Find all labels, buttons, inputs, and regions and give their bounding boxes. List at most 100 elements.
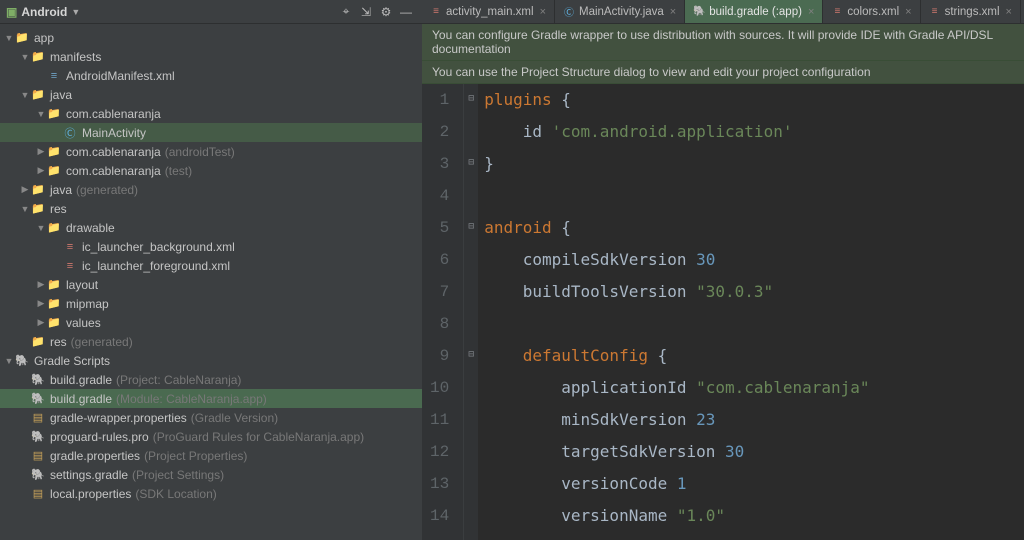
file-icon: 📁 <box>14 30 30 46</box>
expand-icon[interactable]: ▼ <box>20 204 30 214</box>
tree-item[interactable]: ▤gradle-wrapper.properties(Gradle Versio… <box>0 408 422 427</box>
tree-item[interactable]: 🐘build.gradle(Module: CableNaranja.app) <box>0 389 422 408</box>
file-icon: 📁 <box>30 49 46 65</box>
expand-icon[interactable]: ▶ <box>36 146 46 157</box>
file-icon: 📁 <box>46 163 62 179</box>
tree-item[interactable]: ▼📁app <box>0 28 422 47</box>
close-icon[interactable]: × <box>1006 6 1012 18</box>
expand-icon[interactable]: ▼ <box>4 33 14 43</box>
tree-item-suffix: (ProGuard Rules for CableNaranja.app) <box>153 430 364 444</box>
tree-item[interactable]: ▶📁com.cablenaranja(androidTest) <box>0 142 422 161</box>
editor-tab[interactable]: 🐘build.gradle (:app)× <box>685 0 823 23</box>
code-content[interactable]: plugins { id 'com.android.application'} … <box>478 84 1024 540</box>
tree-item[interactable]: 📁res(generated) <box>0 332 422 351</box>
tree-item[interactable]: ▶📁layout <box>0 275 422 294</box>
panel-title[interactable]: Android <box>21 5 67 19</box>
expand-icon[interactable]: ▼ <box>36 109 46 119</box>
editor-tab[interactable]: ≡strings.xml× <box>921 0 1021 23</box>
expand-all-button[interactable]: ⇲ <box>356 3 376 21</box>
tree-item-label: com.cablenaranja <box>66 107 161 121</box>
tree-item-label: gradle.properties <box>50 449 140 463</box>
project-tree[interactable]: ▼📁app▼📁manifests≡AndroidManifest.xml▼📁ja… <box>0 24 422 540</box>
fold-marker[interactable]: ⊟ <box>464 340 478 372</box>
fold-marker[interactable]: ⊟ <box>464 84 478 116</box>
file-icon: 🐘 <box>30 467 46 483</box>
expand-icon[interactable]: ▼ <box>20 90 30 100</box>
expand-icon[interactable]: ▼ <box>20 52 30 62</box>
fold-marker[interactable]: ⊟ <box>464 212 478 244</box>
tree-item[interactable]: ≡AndroidManifest.xml <box>0 66 422 85</box>
close-icon[interactable]: × <box>808 6 814 18</box>
fold-column[interactable]: ⊟ ⊟ ⊟ ⊟ <box>464 84 478 540</box>
tree-item-suffix: (generated) <box>76 183 138 197</box>
line-number: 2 <box>430 116 449 148</box>
tree-item[interactable]: ▼📁drawable <box>0 218 422 237</box>
tree-item[interactable]: ▤local.properties(SDK Location) <box>0 484 422 503</box>
tree-item[interactable]: ▶📁values <box>0 313 422 332</box>
tab-file-icon: 🐘 <box>693 6 705 18</box>
tree-item[interactable]: ▼🐘Gradle Scripts <box>0 351 422 370</box>
tree-item-label: MainActivity <box>82 126 146 140</box>
fold-marker <box>464 180 478 212</box>
tree-item-label: settings.gradle <box>50 468 128 482</box>
fold-marker <box>464 276 478 308</box>
expand-icon[interactable]: ▼ <box>4 356 14 366</box>
editor-tab[interactable]: ⒸMainActivity.java× <box>555 0 685 23</box>
tree-item-label: res <box>50 202 67 216</box>
code-editor[interactable]: 123456789101112131415 ⊟⊟⊟⊟ plugins { id … <box>422 84 1024 540</box>
hide-panel-button[interactable]: — <box>396 3 416 21</box>
tree-item-suffix: (Project: CableNaranja) <box>116 373 241 387</box>
fold-marker[interactable]: ⊟ <box>464 148 478 180</box>
editor-tab[interactable]: ≡colors.xml× <box>823 0 920 23</box>
line-number: 3 <box>430 148 449 180</box>
close-icon[interactable]: × <box>540 6 546 18</box>
file-icon: 📁 <box>46 315 62 331</box>
tab-label: MainActivity.java <box>579 6 664 18</box>
tree-item[interactable]: ≡ic_launcher_background.xml <box>0 237 422 256</box>
editor-area: ≡activity_main.xml×ⒸMainActivity.java×🐘b… <box>422 0 1024 540</box>
settings-button[interactable]: ⚙ <box>376 3 396 21</box>
expand-icon[interactable]: ▶ <box>36 317 46 328</box>
tree-item[interactable]: 🐘proguard-rules.pro(ProGuard Rules for C… <box>0 427 422 446</box>
tree-item-label: res <box>50 335 67 349</box>
file-icon: ▤ <box>30 410 46 426</box>
expand-icon[interactable]: ▶ <box>36 279 46 290</box>
tree-item[interactable]: 🐘build.gradle(Project: CableNaranja) <box>0 370 422 389</box>
tree-item[interactable]: ▼📁 manifests <box>0 47 422 66</box>
line-number: 1 <box>430 84 449 116</box>
tree-item[interactable]: ▶📁com.cablenaranja(test) <box>0 161 422 180</box>
tree-item[interactable]: ▶📁java(generated) <box>0 180 422 199</box>
file-icon: 🐘 <box>14 353 30 369</box>
editor-tab[interactable]: ≡activity_main.xml× <box>422 0 555 23</box>
tab-file-icon: ≡ <box>430 6 442 18</box>
tree-item-label: local.properties <box>50 487 131 501</box>
tree-item[interactable]: ≡ic_launcher_foreground.xml <box>0 256 422 275</box>
close-icon[interactable]: × <box>670 6 676 18</box>
select-opened-file-button[interactable]: ⌖ <box>336 3 356 21</box>
gradle-banner-2[interactable]: You can use the Project Structure dialog… <box>422 61 1024 84</box>
tree-item-label: manifests <box>50 50 101 64</box>
expand-icon[interactable]: ▼ <box>36 223 46 233</box>
file-icon: 📁 <box>46 106 62 122</box>
fold-marker <box>464 308 478 340</box>
line-number: 7 <box>430 276 449 308</box>
close-icon[interactable]: × <box>905 6 911 18</box>
tree-item-suffix: (Project Settings) <box>132 468 224 482</box>
tree-item[interactable]: 🐘 settings.gradle (Project Settings) <box>0 465 422 484</box>
tree-item[interactable]: ▼📁res <box>0 199 422 218</box>
tree-item[interactable]: ▶📁mipmap <box>0 294 422 313</box>
tree-item[interactable]: ⒸMainActivity <box>0 123 422 142</box>
tree-item-label: build.gradle <box>50 373 112 387</box>
chevron-down-icon[interactable]: ▼ <box>71 7 80 17</box>
expand-icon[interactable]: ▶ <box>36 165 46 176</box>
line-number: 9 <box>430 340 449 372</box>
gradle-banner-1[interactable]: You can configure Gradle wrapper to use … <box>422 24 1024 61</box>
tree-item[interactable]: ▼📁 com.cablenaranja <box>0 104 422 123</box>
tree-item[interactable]: ▼📁java <box>0 85 422 104</box>
expand-icon[interactable]: ▶ <box>36 298 46 309</box>
tree-item-label: com.cablenaranja <box>66 164 161 178</box>
tree-item[interactable]: ▤gradle.properties(Project Properties) <box>0 446 422 465</box>
expand-icon[interactable]: ▶ <box>20 184 30 195</box>
fold-marker <box>464 404 478 436</box>
tree-item-suffix: (Gradle Version) <box>191 411 278 425</box>
